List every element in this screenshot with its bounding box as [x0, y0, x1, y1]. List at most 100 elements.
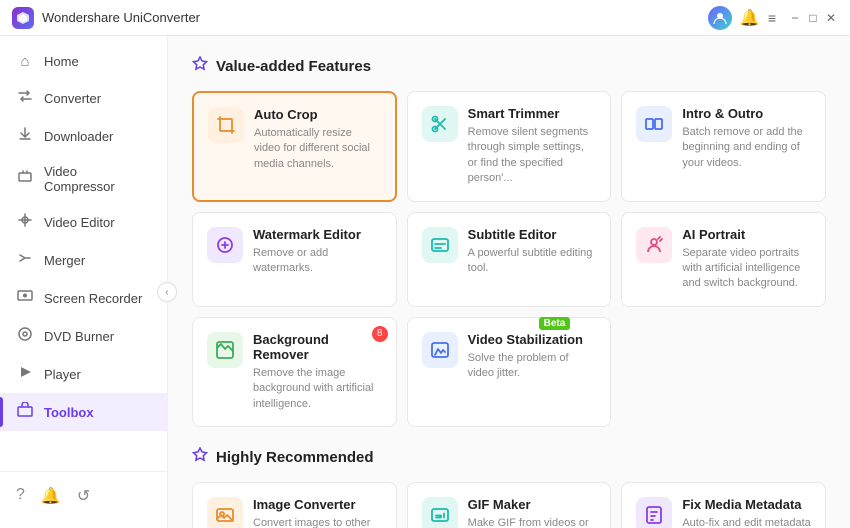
value-added-section-icon: [192, 56, 208, 77]
background-remover-badge: 8: [372, 326, 388, 342]
sidebar-label-video-compressor: Video Compressor: [44, 164, 151, 194]
watermark-editor-icon: [207, 227, 243, 263]
screen-recorder-icon: [16, 288, 34, 308]
subtitle-editor-info: Subtitle Editor A powerful subtitle edit…: [468, 227, 597, 277]
image-converter-info: Image Converter Convert images to other …: [253, 497, 382, 528]
auto-crop-desc: Automatically resize video for different…: [254, 126, 381, 172]
close-button[interactable]: ✕: [824, 11, 838, 25]
sidebar-item-home[interactable]: ⌂ Home: [0, 44, 167, 79]
sidebar-label-converter: Converter: [44, 91, 101, 106]
app-title: Wondershare UniConverter: [42, 10, 708, 25]
image-converter-desc: Convert images to other formats.: [253, 516, 382, 528]
window-controls: − □ ✕: [788, 11, 838, 25]
video-stabilization-title: Video Stabilization: [468, 332, 597, 347]
feature-card-ai-portrait[interactable]: AI Portrait Separate video portraits wit…: [621, 212, 826, 307]
toolbox-icon: [16, 402, 34, 422]
sidebar-item-video-compressor[interactable]: Video Compressor: [0, 155, 167, 203]
value-added-features-grid: Auto Crop Automatically resize video for…: [192, 91, 826, 427]
sidebar: ‹ ⌂ Home Converter Downloader Video Comp…: [0, 36, 168, 528]
value-added-section-header: Value-added Features: [192, 56, 826, 77]
feature-card-watermark-editor[interactable]: Watermark Editor Remove or add watermark…: [192, 212, 397, 307]
fix-media-metadata-info: Fix Media Metadata Auto-fix and edit met…: [682, 497, 811, 528]
video-stabilization-desc: Solve the problem of video jitter.: [468, 351, 597, 382]
image-converter-icon: [207, 497, 243, 528]
feature-card-video-stabilization[interactable]: Beta Video Stabilization Solve the probl…: [407, 317, 612, 427]
maximize-button[interactable]: □: [806, 11, 820, 25]
feature-card-background-remover[interactable]: Background Remover Remove the image back…: [192, 317, 397, 427]
feature-card-subtitle-editor[interactable]: Subtitle Editor A powerful subtitle edit…: [407, 212, 612, 307]
watermark-editor-desc: Remove or add watermarks.: [253, 246, 382, 277]
gif-maker-desc: Make GIF from videos or pictures.: [468, 516, 597, 528]
sidebar-item-merger[interactable]: Merger: [0, 241, 167, 279]
feature-card-intro-outro[interactable]: Intro & Outro Batch remove or add the be…: [621, 91, 826, 202]
watermark-editor-title: Watermark Editor: [253, 227, 382, 242]
intro-outro-title: Intro & Outro: [682, 106, 811, 121]
auto-crop-icon: [208, 107, 244, 143]
ai-portrait-info: AI Portrait Separate video portraits wit…: [682, 227, 811, 292]
sidebar-item-screen-recorder[interactable]: Screen Recorder: [0, 279, 167, 317]
feature-card-fix-media-metadata[interactable]: Fix Media Metadata Auto-fix and edit met…: [621, 482, 826, 528]
gif-maker-info: GIF Maker Make GIF from videos or pictur…: [468, 497, 597, 528]
sidebar-item-converter[interactable]: Converter: [0, 79, 167, 117]
sidebar-label-downloader: Downloader: [44, 129, 113, 144]
feature-card-smart-trimmer[interactable]: Smart Trimmer Remove silent segments thr…: [407, 91, 612, 202]
highly-recommended-section-icon: [192, 447, 208, 468]
sidebar-bottom: ? 🔔 ↺: [0, 471, 167, 520]
user-avatar-button[interactable]: [708, 6, 732, 30]
fix-media-metadata-title: Fix Media Metadata: [682, 497, 811, 512]
watermark-editor-info: Watermark Editor Remove or add watermark…: [253, 227, 382, 277]
smart-trimmer-icon: [422, 106, 458, 142]
titlebar-right-controls: 🔔 ≡: [708, 6, 776, 30]
smart-trimmer-title: Smart Trimmer: [468, 106, 597, 121]
sidebar-label-home: Home: [44, 54, 79, 69]
help-icon[interactable]: ?: [16, 486, 25, 506]
intro-outro-desc: Batch remove or add the beginning and en…: [682, 125, 811, 171]
feature-card-image-converter[interactable]: Image Converter Convert images to other …: [192, 482, 397, 528]
notifications-icon[interactable]: 🔔: [41, 486, 61, 506]
feature-card-gif-maker[interactable]: GIF Maker Make GIF from videos or pictur…: [407, 482, 612, 528]
converter-icon: [16, 88, 34, 108]
feature-card-auto-crop[interactable]: Auto Crop Automatically resize video for…: [192, 91, 397, 202]
subtitle-editor-icon: [422, 227, 458, 263]
feedback-icon[interactable]: ↺: [77, 486, 90, 506]
hamburger-menu-button[interactable]: ≡: [768, 10, 776, 26]
content-area: Value-added Features Auto Crop Automatic…: [168, 36, 850, 528]
ai-portrait-icon: [636, 227, 672, 263]
image-converter-title: Image Converter: [253, 497, 382, 512]
sidebar-label-merger: Merger: [44, 253, 85, 268]
downloader-icon: [16, 126, 34, 146]
sidebar-collapse-button[interactable]: ‹: [157, 282, 177, 302]
player-icon: [16, 364, 34, 384]
value-added-section-title: Value-added Features: [216, 58, 371, 75]
sidebar-item-toolbox[interactable]: Toolbox: [0, 393, 167, 431]
auto-crop-info: Auto Crop Automatically resize video for…: [254, 107, 381, 172]
sidebar-label-player: Player: [44, 367, 81, 382]
video-stabilization-info: Video Stabilization Solve the problem of…: [468, 332, 597, 382]
titlebar: Wondershare UniConverter 🔔 ≡ − □ ✕: [0, 0, 850, 36]
background-remover-desc: Remove the image background with artific…: [253, 366, 382, 412]
gif-maker-title: GIF Maker: [468, 497, 597, 512]
sidebar-label-dvd-burner: DVD Burner: [44, 329, 114, 344]
fix-media-metadata-desc: Auto-fix and edit metadata of media file…: [682, 516, 811, 528]
smart-trimmer-info: Smart Trimmer Remove silent segments thr…: [468, 106, 597, 187]
notification-bell-button[interactable]: 🔔: [740, 8, 760, 28]
subtitle-editor-title: Subtitle Editor: [468, 227, 597, 242]
sidebar-item-video-editor[interactable]: Video Editor: [0, 203, 167, 241]
app-logo: [12, 7, 34, 29]
subtitle-editor-desc: A powerful subtitle editing tool.: [468, 246, 597, 277]
main-layout: ‹ ⌂ Home Converter Downloader Video Comp…: [0, 36, 850, 528]
video-stabilization-icon: [422, 332, 458, 368]
background-remover-icon: [207, 332, 243, 368]
minimize-button[interactable]: −: [788, 11, 802, 25]
merger-icon: [16, 250, 34, 270]
sidebar-item-downloader[interactable]: Downloader: [0, 117, 167, 155]
gif-maker-icon: [422, 497, 458, 528]
fix-media-metadata-icon: [636, 497, 672, 528]
highly-recommended-section-title: Highly Recommended: [216, 449, 374, 466]
auto-crop-title: Auto Crop: [254, 107, 381, 122]
video-compressor-icon: [16, 169, 34, 189]
sidebar-item-player[interactable]: Player: [0, 355, 167, 393]
sidebar-item-dvd-burner[interactable]: DVD Burner: [0, 317, 167, 355]
sidebar-bottom-icons: ? 🔔 ↺: [0, 480, 167, 512]
sidebar-label-video-editor: Video Editor: [44, 215, 115, 230]
